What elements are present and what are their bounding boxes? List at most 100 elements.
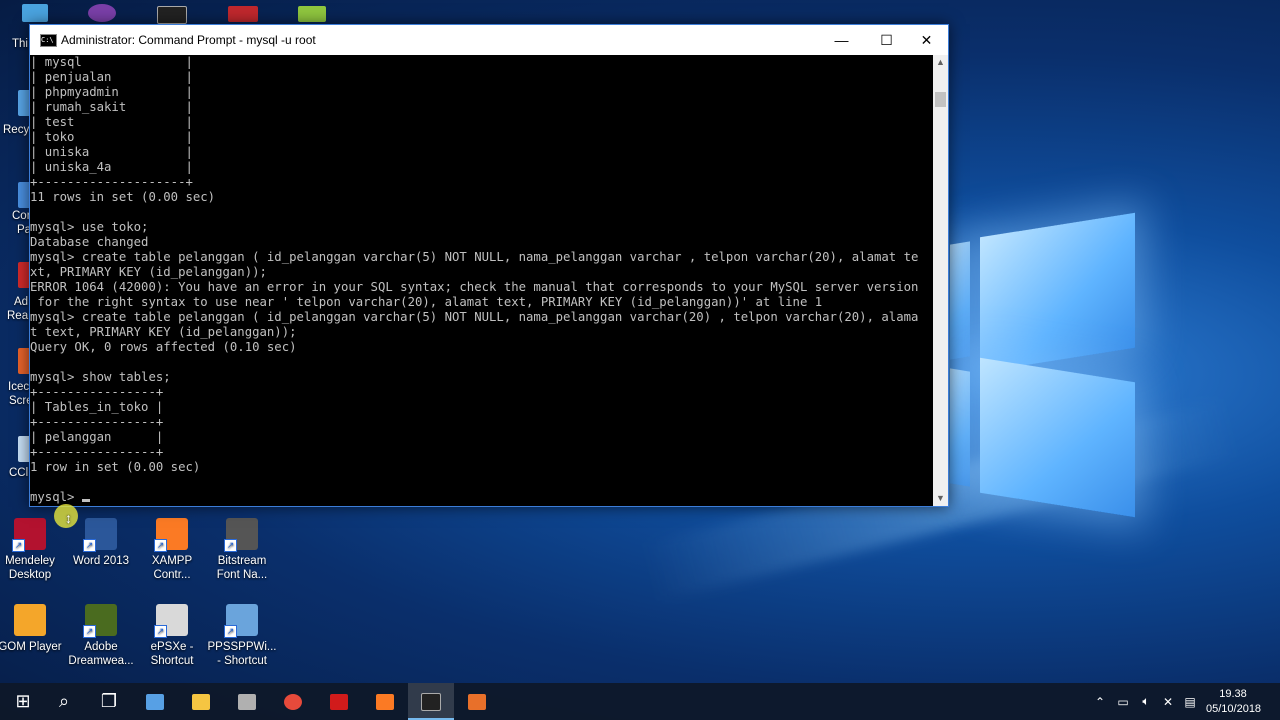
scrollbar-thumb[interactable] — [935, 92, 946, 107]
shortcut-arrow-icon: ↗ — [83, 539, 96, 552]
desktop-icon-label: Adobe Dreamwea... — [68, 641, 134, 667]
taskbar-file-explorer-button[interactable] — [178, 683, 224, 720]
windows-wallpaper-logo — [950, 212, 1140, 518]
console-line: +----------------+ — [30, 445, 164, 459]
app-icon: ↗ — [12, 518, 46, 552]
taskbar-acrobat-button[interactable] — [316, 683, 362, 720]
console-line: +----------------+ — [30, 385, 164, 399]
network-icon — [238, 693, 256, 710]
console-line: +--------------------+ — [30, 175, 193, 189]
search-icon: ⌕ — [58, 691, 70, 711]
clock-time: 19.38 — [1219, 688, 1247, 700]
desktop-icon-epsxe-shortcut[interactable]: ↗ ePSXe - Shortcut — [136, 604, 208, 668]
network-icon[interactable]: ✕ — [1158, 683, 1178, 720]
title-bar[interactable]: C:\ Administrator: Command Prompt - mysq… — [30, 25, 948, 55]
console-line: | penjualan | — [30, 70, 193, 84]
taskbar-task-view-button[interactable]: ❐ — [86, 683, 132, 720]
console-line: mysql> show tables; — [30, 370, 171, 384]
taskbar-xampp-button[interactable] — [362, 683, 408, 720]
desktop-icon-bitstream-font-na[interactable]: ↗ Bitstream Font Na... — [206, 518, 278, 582]
battery-icon[interactable]: ▭ — [1113, 683, 1133, 720]
task-view-icon: ❐ — [100, 691, 118, 711]
store-icon — [146, 693, 164, 710]
acrobat-icon — [330, 693, 348, 710]
minimize-button[interactable]: — — [819, 25, 864, 55]
desktop-icon-partial-label: Recy — [3, 124, 30, 136]
command-prompt-icon — [421, 692, 441, 711]
app-icon: ↗ — [83, 518, 117, 552]
console-line: | uniska | — [30, 145, 193, 159]
scroll-up-arrow-icon[interactable]: ▲ — [933, 55, 948, 70]
desktop-icon-label: PPSSPPWi... - Shortcut — [207, 641, 277, 667]
desktop-icon-label: ePSXe - Shortcut — [150, 641, 194, 667]
command-prompt-window[interactable]: C:\ Administrator: Command Prompt - mysq… — [29, 24, 949, 507]
desktop-icon-label: XAMPP Contr... — [151, 555, 193, 581]
cmd-app-icon: C:\ — [40, 34, 57, 47]
shortcut-arrow-icon: ↗ — [83, 625, 96, 638]
chrome-icon — [284, 693, 302, 710]
app-icon: ↗ — [83, 604, 117, 638]
desktop-icon-gom-player[interactable]: GOM Player — [0, 604, 66, 654]
desktop-icon-xampp-contr[interactable]: ↗ XAMPP Contr... — [136, 518, 208, 582]
desktop-icon-ppssppwi-shortcut[interactable]: ↗ PPSSPPWi... - Shortcut — [206, 604, 278, 668]
desktop-icon-top-2[interactable] — [88, 4, 116, 22]
app-icon: ↗ — [224, 604, 258, 638]
taskbar-network-button[interactable] — [224, 683, 270, 720]
shortcut-arrow-icon: ↗ — [224, 625, 237, 638]
window-title: Administrator: Command Prompt - mysql -u… — [61, 33, 316, 47]
app-icon: ↗ — [154, 604, 188, 638]
desktop-icon-partial-label: Thi — [12, 38, 28, 50]
console-line: mysql> create table pelanggan ( id_pelan… — [30, 310, 919, 324]
console-line: | mysql | — [30, 55, 193, 69]
taskbar-search-button[interactable]: ⌕ — [41, 683, 87, 720]
camtasia-icon — [468, 693, 486, 710]
action-center-icon[interactable]: ▤ — [1180, 683, 1200, 720]
console-line: | toko | — [30, 130, 193, 144]
desktop-icon-adobe-dreamwea[interactable]: ↗ Adobe Dreamwea... — [65, 604, 137, 668]
taskbar-camtasia-button[interactable] — [454, 683, 500, 720]
close-button[interactable]: ✕ — [904, 25, 949, 55]
desktop-icon-partial-label: CCl — [9, 467, 29, 479]
taskbar-chrome-button[interactable] — [270, 683, 316, 720]
console-line: | test | — [30, 115, 193, 129]
taskbar-store-button[interactable] — [132, 683, 178, 720]
shortcut-arrow-icon: ↗ — [154, 539, 167, 552]
taskbar-command-prompt-button[interactable] — [408, 683, 454, 720]
show-hidden-icons-icon[interactable]: ⌃ — [1090, 683, 1110, 720]
desktop-icon-top-1[interactable] — [22, 4, 48, 22]
desktop-icon-label: Word 2013 — [72, 555, 130, 567]
desktop-icon-partial-label: Icec — [8, 381, 30, 393]
shortcut-arrow-icon: ↗ — [12, 539, 25, 552]
console-line: ERROR 1064 (42000): You have an error in… — [30, 280, 919, 294]
console-output[interactable]: | mysql | | penjualan | | phpmyadmin | | ru… — [30, 55, 933, 506]
vertical-scrollbar[interactable]: ▲ ▼ — [933, 55, 948, 506]
console-line: | phpmyadmin | — [30, 85, 193, 99]
start-icon: ⊞ — [15, 691, 31, 711]
shortcut-arrow-icon: ↗ — [224, 539, 237, 552]
app-icon — [14, 604, 46, 636]
console-line: | rumah_sakit | — [30, 100, 193, 114]
desktop-icon-partial-label: Rea — [7, 310, 29, 322]
scroll-down-arrow-icon[interactable]: ▼ — [933, 491, 948, 506]
desktop-icon-top-3[interactable] — [157, 6, 187, 24]
console-line: mysql> create table pelanggan ( id_pelan… — [30, 250, 919, 264]
desktop-icon-top-5[interactable] — [298, 6, 326, 22]
desktop-icon-word-2013[interactable]: ↗ Word 2013 — [65, 518, 137, 568]
console-line: xt, PRIMARY KEY (id_pelanggan)); — [30, 265, 267, 279]
desktop-icon-label: GOM Player — [0, 641, 62, 653]
app-icon: ↗ — [154, 518, 188, 552]
console-line: t text, PRIMARY KEY (id_pelanggan)); — [30, 325, 297, 339]
desktop-icon-top-4[interactable] — [228, 6, 258, 22]
app-icon: ↗ — [224, 518, 258, 552]
console-line: mysql> use toko; — [30, 220, 149, 234]
maximize-button[interactable]: ☐ — [864, 25, 909, 55]
console-line: 1 row in set (0.00 sec) — [30, 460, 201, 474]
console-line: Query OK, 0 rows affected (0.10 sec) — [30, 340, 297, 354]
desktop-icon-partial-label: Ad — [14, 296, 29, 308]
desktop-icon-partial-label: Cor — [12, 210, 31, 222]
taskbar-start-button[interactable]: ⊞ — [0, 683, 46, 720]
console-line: 11 rows in set (0.00 sec) — [30, 190, 216, 204]
desktop-icon-mendeley-desktop[interactable]: ↗ Mendeley Desktop — [0, 518, 66, 582]
taskbar-clock[interactable]: 19.38 05/10/2018 — [1206, 687, 1261, 717]
volume-icon[interactable]: 🔈︎ — [1136, 683, 1156, 720]
